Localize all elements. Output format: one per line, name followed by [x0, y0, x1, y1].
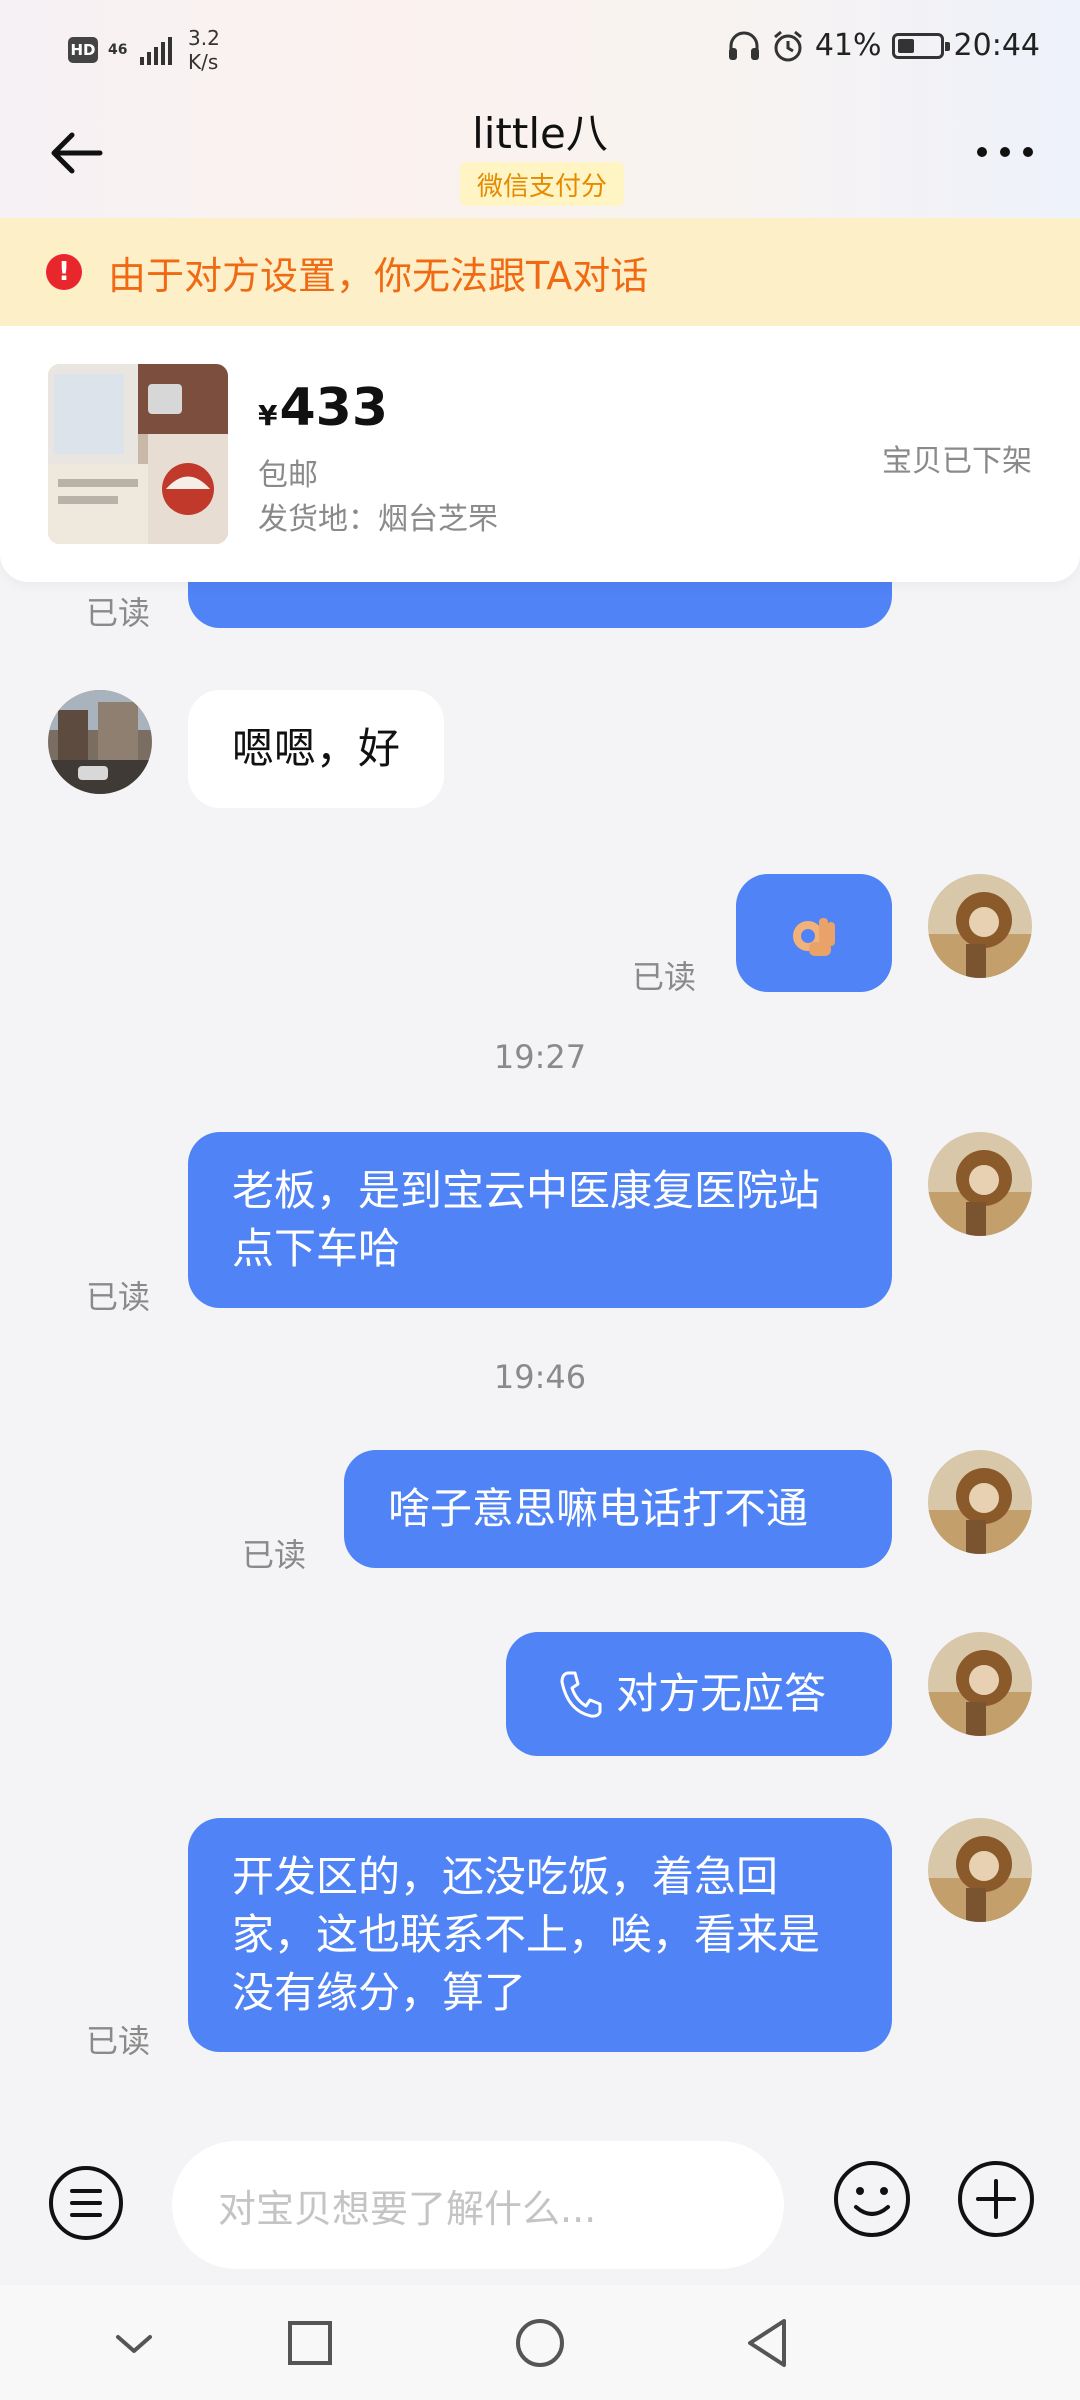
read-receipt: 已读: [632, 958, 697, 996]
product-status: 宝贝已下架: [882, 444, 1032, 479]
message-input[interactable]: 对宝贝想要了解什么...: [172, 2141, 784, 2269]
my-avatar[interactable]: [928, 1818, 1032, 1922]
call-record-bubble[interactable]: 对方无应答: [506, 1632, 892, 1756]
my-avatar[interactable]: [928, 1632, 1032, 1736]
contact-avatar[interactable]: [48, 690, 152, 794]
warning-text: 由于对方设置，你无法跟TA对话: [108, 253, 649, 298]
exclamation-icon: !: [46, 254, 82, 290]
recents-square-icon[interactable]: [280, 2313, 340, 2373]
hd-badge: HD: [68, 37, 98, 63]
battery-fill: [897, 38, 914, 53]
read-receipt: 已读: [86, 2022, 151, 2060]
clock: 20:44: [953, 28, 1040, 63]
wechat-pay-score-badge[interactable]: 微信支付分: [460, 162, 624, 206]
read-receipt: 已读: [242, 1536, 307, 1574]
my-avatar[interactable]: [928, 874, 1032, 978]
network-speed: 3.2 K/s: [188, 26, 220, 74]
currency-symbol: ¥: [258, 399, 278, 432]
speed-unit: K/s: [188, 50, 219, 74]
phone-icon: [560, 1671, 602, 1718]
message-bubble-outgoing[interactable]: 老板，是到宝云中医康复医院站点下车哈: [188, 1132, 892, 1308]
chevron-down-icon[interactable]: [104, 2313, 164, 2373]
plus-icon[interactable]: [956, 2159, 1036, 2239]
price-value: 433: [279, 378, 389, 438]
home-circle-icon[interactable]: [510, 2313, 570, 2373]
message-bubble-incoming[interactable]: 嗯嗯，好: [188, 690, 445, 808]
read-receipt: 已读: [86, 594, 151, 632]
more-options-icon[interactable]: [970, 132, 1040, 172]
my-avatar[interactable]: [928, 1132, 1032, 1236]
message-bubble-emoji[interactable]: [736, 874, 892, 992]
product-card[interactable]: ¥433 包邮 发货地：烟台芝罘 宝贝已下架: [0, 326, 1080, 582]
signal-icon: [140, 35, 172, 65]
chat-title: little八: [472, 109, 608, 158]
status-right: 41% 20:44: [727, 28, 1040, 63]
emoji-icon[interactable]: [832, 2159, 912, 2239]
read-receipt: 已读: [86, 1278, 151, 1316]
status-bar: HD 46 3.2 K/s 41% 20:44: [0, 0, 1080, 92]
system-nav-bar: [0, 2285, 1080, 2400]
message-bubble-outgoing[interactable]: 开发区的，还没吃饭，着急回家，这也联系不上，唉，看来是没有缘分，算了: [188, 1818, 892, 2052]
headphones-icon: [728, 31, 759, 60]
product-price: ¥433: [258, 378, 388, 438]
timestamp: 19:46: [493, 1358, 587, 1396]
my-avatar[interactable]: [928, 1450, 1032, 1554]
network-type: 46: [108, 41, 128, 58]
shipping-info: 包邮: [258, 458, 318, 493]
speed-value: 3.2: [188, 26, 220, 50]
message-bubble-outgoing[interactable]: 啥子意思嘛电话打不通: [344, 1450, 892, 1568]
chat-area[interactable]: 已读 嗯嗯，好 已读 19:27 老板，是到宝云中医康复医院站点下车哈 已读 1…: [0, 560, 1080, 2125]
battery-percent: 41%: [814, 28, 882, 63]
back-triangle-icon[interactable]: [738, 2313, 798, 2373]
call-status-text: 对方无应答: [616, 1669, 827, 1718]
status-left: HD 46 3.2 K/s: [68, 26, 220, 74]
ok-hand-emoji-icon: [793, 918, 835, 956]
menu-icon[interactable]: [48, 2165, 124, 2241]
timestamp: 19:27: [493, 1038, 587, 1076]
battery-icon: [891, 32, 950, 59]
ship-origin: 发货地：烟台芝罘: [258, 502, 498, 537]
product-image[interactable]: [48, 364, 228, 544]
alarm-icon: [773, 30, 802, 61]
warning-banner: ! 由于对方设置，你无法跟TA对话: [0, 218, 1080, 326]
input-bar: 对宝贝想要了解什么...: [0, 2125, 1080, 2285]
